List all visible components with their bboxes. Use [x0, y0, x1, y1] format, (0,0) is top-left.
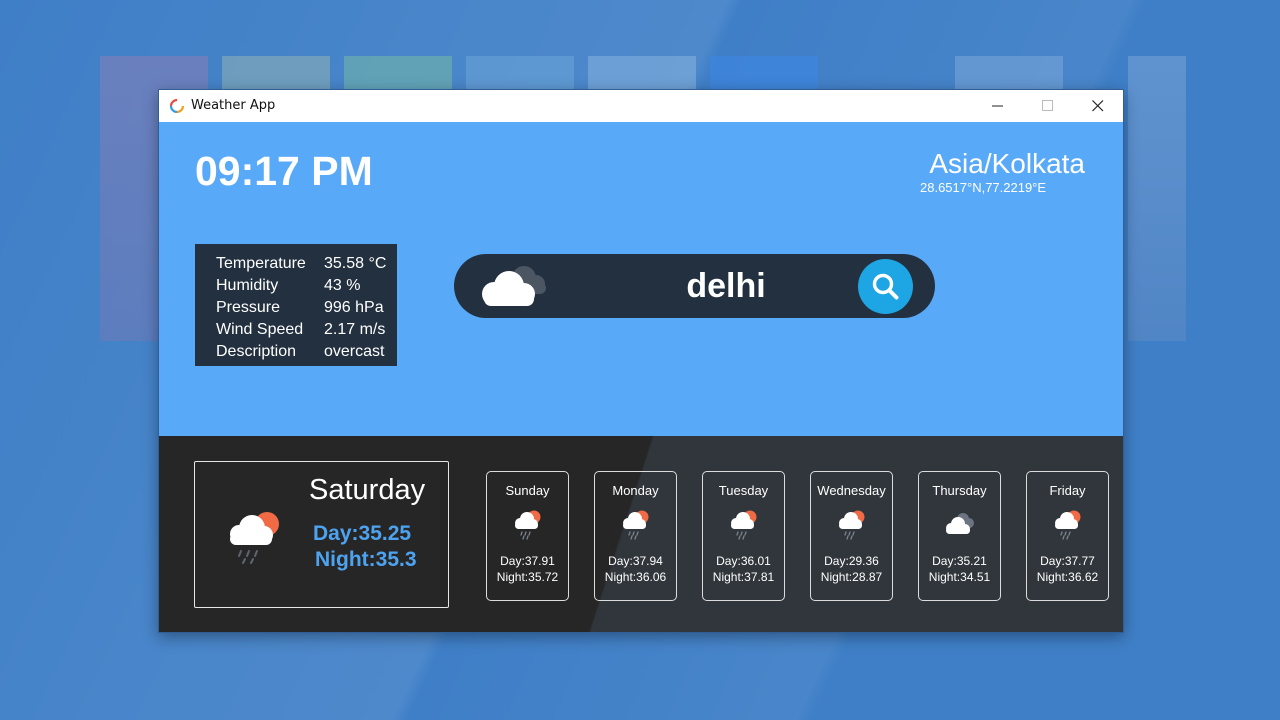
forecast-day-temperature: Day:29.36: [824, 554, 879, 568]
forecast-day-temperature: Day:37.77: [1040, 554, 1095, 568]
detail-row-wind-speed: Wind Speed 2.17 m/s: [195, 321, 397, 343]
forecast-card-tuesday: Tuesday Day:36.01 Night:37.81: [702, 471, 785, 601]
maximize-icon: [1042, 100, 1053, 111]
minimize-icon: [992, 105, 1003, 107]
forecast-day-temperature: Day:37.91: [500, 554, 555, 568]
forecast-night-temperature: Night:36.06: [604, 570, 667, 584]
forecast-day-temperature: Day:36.01: [716, 554, 771, 568]
sun-cloud-rain-icon: [623, 510, 649, 540]
forecast-day-name: Monday: [612, 483, 659, 498]
forecast-night-temperature: Night:35.72: [496, 570, 559, 584]
forecast-day-name: Thursday: [932, 483, 987, 498]
detail-value: 996 hPa: [324, 299, 384, 316]
forecast-card-monday: Monday Day:37.94 Night:36.06: [594, 471, 677, 601]
sun-cloud-rain-icon: [515, 510, 541, 540]
today-forecast-card: Saturday Day:35.25 Night:35.3: [194, 461, 449, 608]
timezone-label: Asia/Kolkata: [929, 148, 1085, 179]
sun-cloud-rain-icon: [1055, 510, 1081, 540]
close-button[interactable]: [1073, 90, 1123, 122]
forecast-day-name: Sunday: [505, 483, 550, 498]
forecast-night-temperature: Night:34.51: [928, 570, 991, 584]
close-icon: [1092, 100, 1104, 112]
coordinates-label: 28.6517°N,77.2219°E: [920, 180, 1047, 195]
window-title: Weather App: [191, 98, 276, 113]
city-search-input[interactable]: [604, 264, 848, 308]
forecast-day-name: Wednesday: [817, 483, 886, 498]
cloud-icon: [482, 266, 546, 306]
detail-row-humidity: Humidity 43 %: [195, 277, 397, 299]
forecast-day-temperature: Day:37.94: [608, 554, 663, 568]
detail-label: Pressure: [216, 299, 281, 316]
today-night-temperature: Night:35.3: [315, 548, 417, 571]
today-day-temperature: Day:35.25: [313, 522, 412, 545]
forecast-night-temperature: Night:28.87: [820, 570, 883, 584]
search-bar: [454, 254, 935, 318]
forecast-night-temperature: Night:36.62: [1036, 570, 1099, 584]
forecast-card-thursday: Thursday Day:35.21 Night:34.51: [918, 471, 1001, 601]
detail-value: 35.58 °C: [324, 255, 387, 272]
cloud-icon: [946, 513, 974, 534]
weather-app-window: Weather App 09:17 PM Asia/Kolkata 28.651…: [158, 89, 1124, 633]
detail-row-description: Description overcast: [195, 343, 397, 365]
desktop-tile: [1128, 56, 1186, 341]
sun-cloud-rain-icon: [839, 510, 865, 540]
forecast-night-temperature: Night:37.81: [712, 570, 775, 584]
detail-label: Wind Speed: [216, 321, 304, 338]
detail-label: Description: [216, 343, 297, 360]
app-icon: [170, 99, 184, 113]
detail-label: Temperature: [216, 255, 306, 272]
weather-details-box: Temperature 35.58 °C Humidity 43 % Press…: [195, 244, 397, 366]
forecast-panel: Saturday Day:35.25 Night:35.3 Sunday Day…: [159, 436, 1123, 632]
title-bar[interactable]: Weather App: [159, 90, 1123, 122]
sun-cloud-rain-icon: [230, 512, 279, 564]
forecast-day-name: Friday: [1049, 483, 1086, 498]
minimize-button[interactable]: [973, 90, 1023, 122]
forecast-card-friday: Friday Day:37.77 Night:36.62: [1026, 471, 1109, 601]
detail-value: 2.17 m/s: [324, 321, 386, 338]
current-weather-panel: 09:17 PM Asia/Kolkata 28.6517°N,77.2219°…: [159, 122, 1123, 436]
search-icon: [872, 273, 899, 300]
search-button[interactable]: [858, 259, 913, 314]
forecast-day-name: Tuesday: [718, 483, 769, 498]
sun-cloud-rain-icon: [731, 510, 757, 540]
detail-value: 43 %: [324, 277, 361, 294]
forecast-day-temperature: Day:35.21: [932, 554, 987, 568]
clock: 09:17 PM: [195, 148, 373, 194]
detail-row-pressure: Pressure 996 hPa: [195, 299, 397, 321]
detail-value: overcast: [324, 343, 385, 360]
forecast-card-sunday: Sunday Day:37.91 Night:35.72: [486, 471, 569, 601]
maximize-button[interactable]: [1023, 90, 1073, 122]
today-day-name: Saturday: [309, 474, 426, 506]
forecast-card-wednesday: Wednesday Day:29.36 Night:28.87: [810, 471, 893, 601]
detail-label: Humidity: [216, 277, 279, 294]
detail-row-temperature: Temperature 35.58 °C: [195, 255, 397, 277]
